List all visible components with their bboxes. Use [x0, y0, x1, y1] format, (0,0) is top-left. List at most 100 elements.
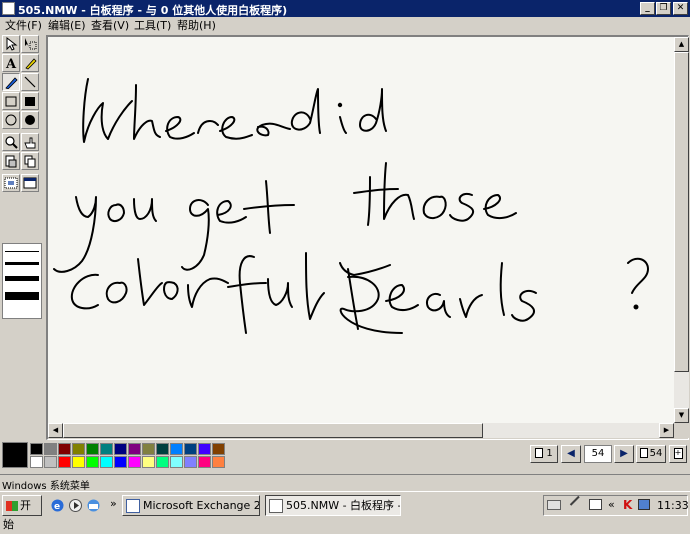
ie-icon[interactable]: e	[50, 498, 65, 513]
scroll-right-button[interactable]: ▶	[659, 423, 674, 438]
palette-swatch[interactable]	[212, 456, 225, 468]
eraser-icon	[5, 155, 17, 168]
zoom-tool[interactable]	[2, 133, 20, 151]
filled-rectangle-tool[interactable]	[21, 92, 39, 110]
palette-swatch[interactable]	[198, 443, 211, 455]
filled-ellipse-tool[interactable]	[21, 111, 39, 129]
vertical-scroll-thumb[interactable]	[674, 52, 689, 372]
line-width-2[interactable]	[5, 262, 39, 265]
taskbar: 开始 e » Microsoft Exchange 200... 505.NMW…	[0, 491, 690, 531]
zoom-select-tool[interactable]	[21, 35, 39, 53]
palette-swatch[interactable]	[44, 443, 57, 455]
line-width-1[interactable]	[5, 251, 39, 252]
palette-swatch[interactable]	[128, 456, 141, 468]
line-tool[interactable]	[21, 73, 39, 91]
close-button[interactable]: ✕	[673, 2, 688, 15]
palette-swatch[interactable]	[72, 443, 85, 455]
add-page-button[interactable]: +	[669, 445, 687, 463]
palette-swatch[interactable]	[58, 443, 71, 455]
horizontal-scrollbar[interactable]: ◀ ▶	[48, 423, 674, 438]
line-width-selector[interactable]	[2, 243, 42, 319]
lock-contents-tool[interactable]	[21, 152, 39, 170]
palette-swatch[interactable]	[170, 456, 183, 468]
keyboard-icon[interactable]	[547, 500, 561, 510]
last-page-label: 54	[649, 448, 663, 459]
palette-swatch[interactable]	[86, 456, 99, 468]
minimize-button[interactable]: _	[640, 2, 655, 15]
line-width-4[interactable]	[5, 292, 39, 300]
palette-swatch[interactable]	[114, 443, 127, 455]
palette-swatch[interactable]	[44, 456, 57, 468]
palette-swatch[interactable]	[212, 443, 225, 455]
text-tool[interactable]: A	[2, 54, 20, 72]
whiteboard-app-icon[interactable]	[2, 2, 15, 15]
palette-swatch[interactable]	[100, 456, 113, 468]
antivirus-icon[interactable]: K	[623, 498, 632, 512]
display-icon[interactable]	[638, 499, 650, 510]
palette-swatch[interactable]	[156, 456, 169, 468]
lock-icon	[24, 155, 36, 168]
scroll-down-button[interactable]: ▼	[674, 408, 689, 423]
menu-edit[interactable]: 编辑(E)	[48, 18, 86, 34]
task-exchange-label: Microsoft Exchange 200...	[143, 499, 259, 512]
vertical-scrollbar[interactable]: ▲ ▼	[674, 37, 689, 423]
scroll-left-button[interactable]: ◀	[48, 423, 63, 438]
maximize-button[interactable]: ❐	[656, 2, 671, 15]
last-page-button[interactable]: 54	[636, 445, 666, 463]
line-width-3[interactable]	[5, 276, 39, 281]
menu-file[interactable]: 文件(F)	[5, 18, 42, 34]
task-whiteboard[interactable]: 505.NMW - 白板程序 - ...	[265, 495, 401, 516]
right-triangle-icon: ▶	[620, 448, 628, 459]
menu-help[interactable]: 帮助(H)	[177, 18, 216, 34]
pointer-hand-icon	[24, 137, 36, 149]
menu-tools[interactable]: 工具(T)	[134, 18, 171, 34]
left-triangle-icon: ◀	[567, 448, 575, 459]
palette-swatch[interactable]	[100, 443, 113, 455]
svg-text:A: A	[5, 57, 17, 70]
first-page-button[interactable]: 1	[530, 445, 558, 463]
network-icon[interactable]	[569, 495, 589, 515]
monitor-icon[interactable]	[589, 499, 602, 510]
palette-swatch[interactable]	[142, 456, 155, 468]
palette-swatch[interactable]	[72, 456, 85, 468]
palette-swatch[interactable]	[30, 443, 43, 455]
remote-pointer-tool[interactable]	[21, 133, 39, 151]
toolbox: A	[0, 35, 44, 440]
highlighter-tool[interactable]	[21, 54, 39, 72]
pen-tool[interactable]	[2, 73, 20, 91]
rectangle-icon	[5, 96, 17, 107]
media-player-icon[interactable]	[68, 498, 83, 513]
palette-swatch[interactable]	[198, 456, 211, 468]
palette-swatch[interactable]	[58, 456, 71, 468]
palette-swatch[interactable]	[184, 443, 197, 455]
palette-swatch[interactable]	[114, 456, 127, 468]
palette-swatch[interactable]	[170, 443, 183, 455]
ellipse-tool[interactable]	[2, 111, 20, 129]
menu-view[interactable]: 查看(V)	[91, 18, 129, 34]
horizontal-scroll-thumb[interactable]	[63, 423, 483, 438]
next-page-button[interactable]: ▶	[614, 445, 634, 463]
scroll-up-button[interactable]: ▲	[674, 37, 689, 52]
palette-swatch[interactable]	[128, 443, 141, 455]
palette-swatch[interactable]	[142, 443, 155, 455]
select-window-tool[interactable]	[21, 174, 39, 192]
tray-chevron[interactable]: «	[608, 498, 615, 511]
palette-swatch[interactable]	[30, 456, 43, 468]
outlook-express-icon[interactable]	[86, 498, 101, 513]
palette-swatch[interactable]	[156, 443, 169, 455]
select-area-tool[interactable]	[2, 174, 20, 192]
start-button[interactable]: 开始	[2, 495, 42, 531]
scrollbar-corner	[674, 423, 689, 438]
task-exchange[interactable]: Microsoft Exchange 200...	[122, 495, 260, 516]
rectangle-tool[interactable]	[2, 92, 20, 110]
palette-swatch[interactable]	[184, 456, 197, 468]
line-icon	[24, 76, 36, 88]
page-number-input[interactable]: 54	[584, 445, 612, 463]
eraser-tool[interactable]	[2, 152, 20, 170]
page-icon	[535, 448, 544, 458]
whiteboard-canvas[interactable]	[48, 37, 674, 423]
previous-page-button[interactable]: ◀	[561, 445, 581, 463]
palette-swatch[interactable]	[86, 443, 99, 455]
select-arrow-tool[interactable]	[2, 35, 20, 53]
quick-launch-chevron[interactable]: »	[110, 497, 117, 510]
